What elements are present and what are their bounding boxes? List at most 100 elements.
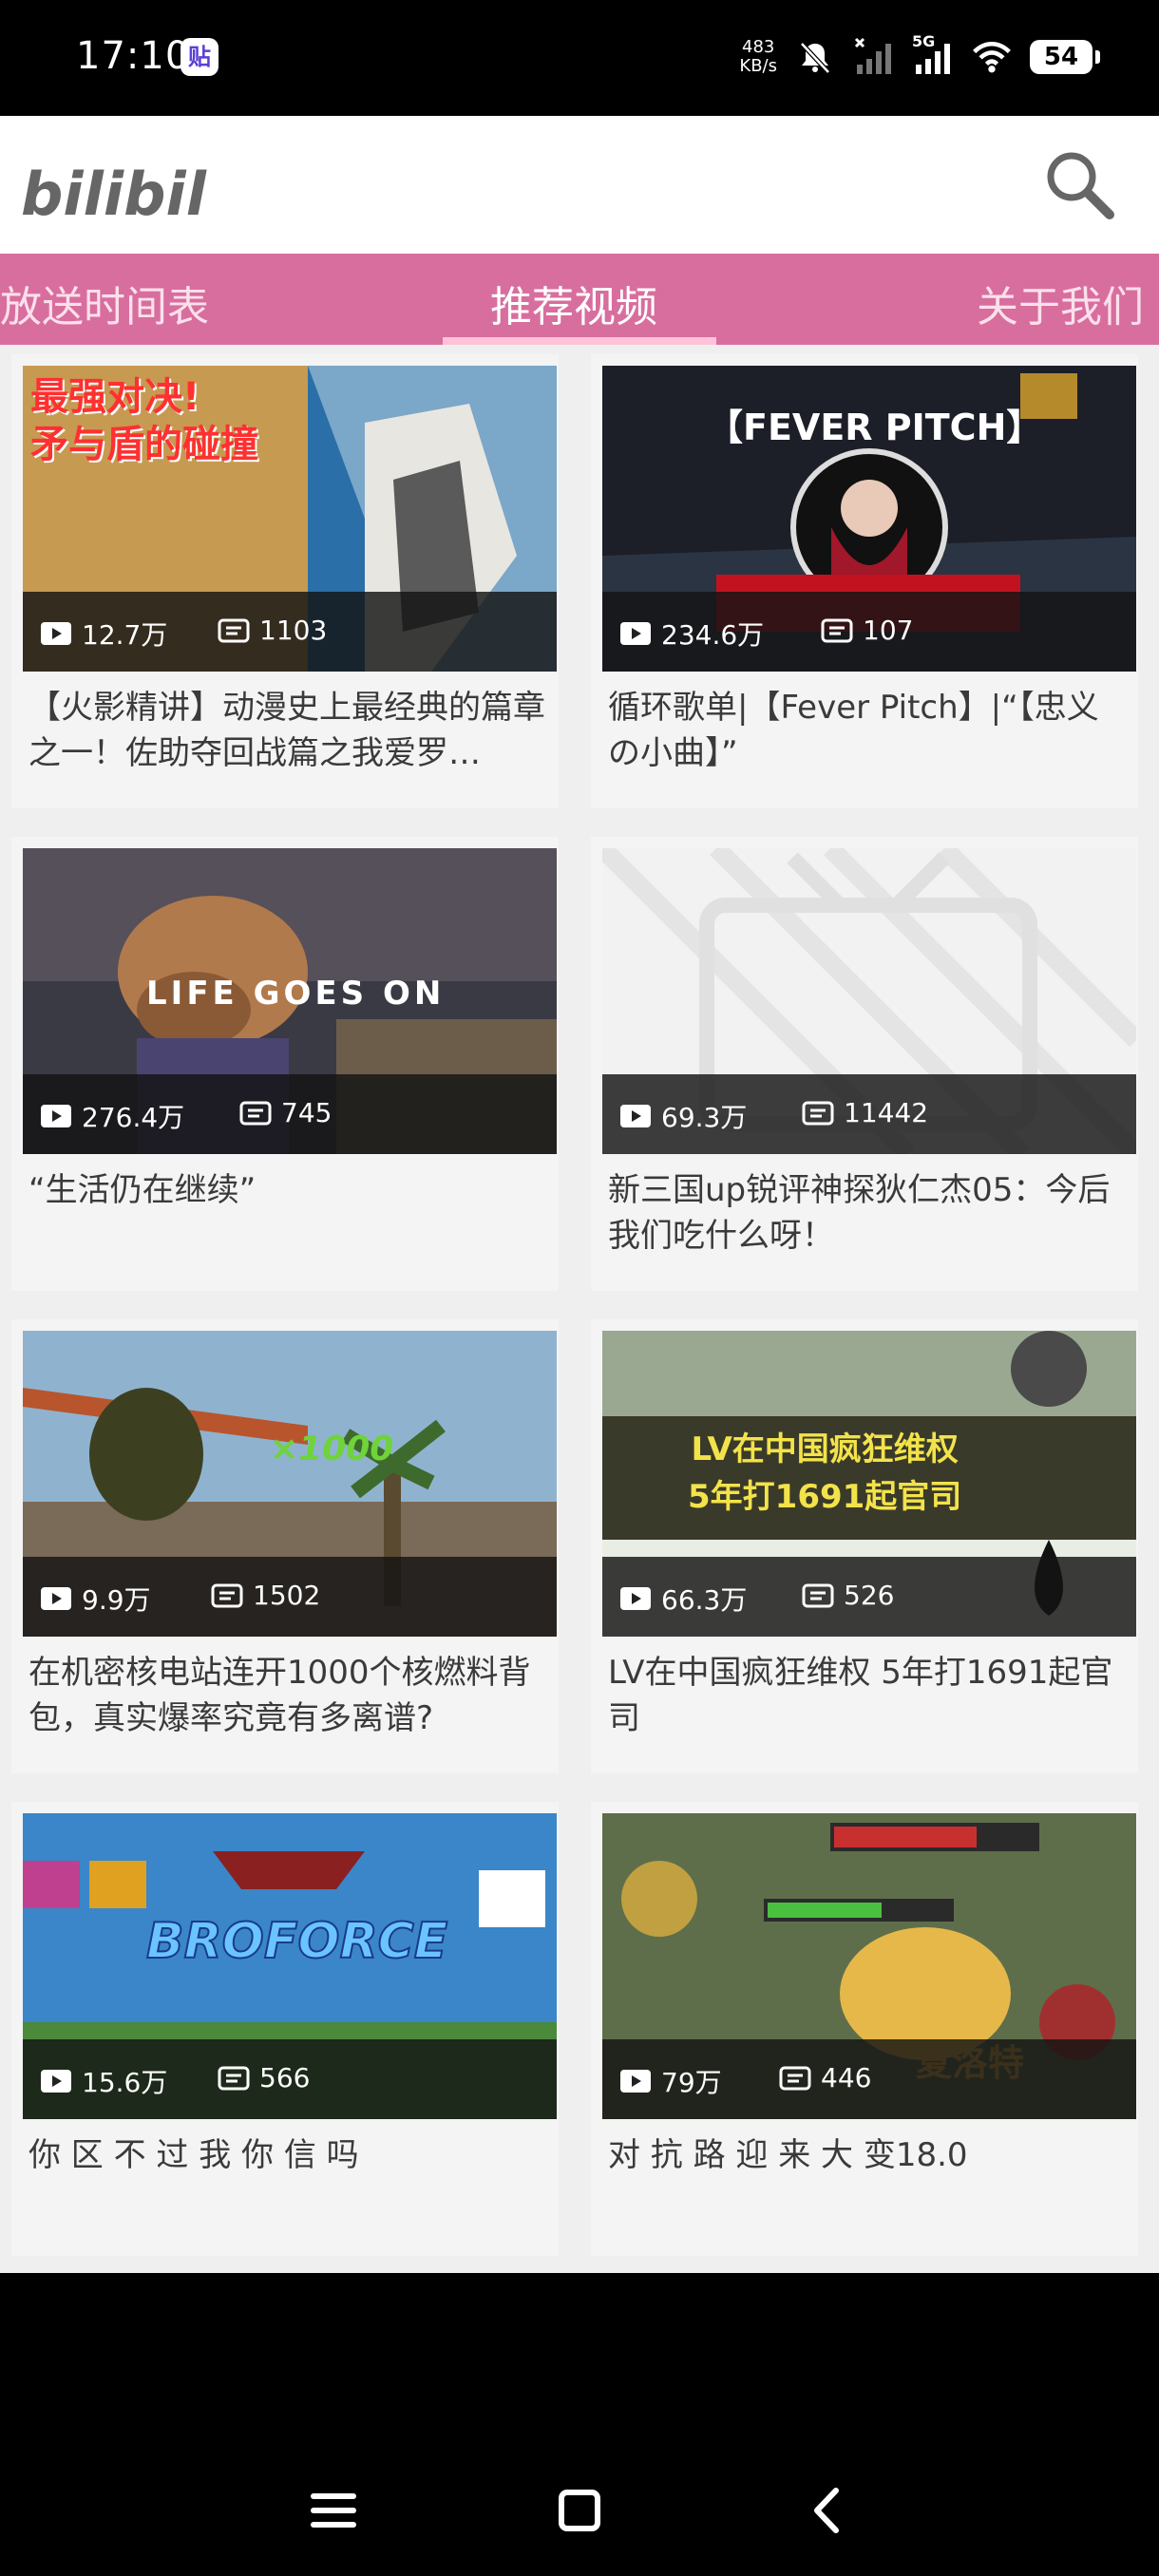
status-indicators: 483 KB/s 5G 54 — [739, 27, 1100, 87]
thumbnail-text: 最强对决! 矛与盾的碰撞 — [30, 375, 258, 466]
views-count: 69.3万 — [661, 1102, 748, 1133]
menu-icon[interactable] — [300, 2477, 367, 2544]
video-title[interactable]: 【火影精讲】动漫史上最经典的篇章之一！佐助夺回战篇之我爱罗… — [28, 685, 547, 776]
danmaku-stat: 526 — [802, 1580, 894, 1611]
video-thumbnail[interactable]: 最强对决! 矛与盾的碰撞 12.7万 1103 — [23, 366, 557, 672]
danmaku-icon — [802, 1101, 834, 1125]
danmaku-icon — [211, 1583, 243, 1607]
views-count: 9.9万 — [82, 1584, 151, 1616]
views-stat: 15.6万 — [40, 2062, 167, 2100]
video-card[interactable]: BROFORCE 15.6万 566 你 区 不 过 我 你 信 吗 — [11, 1802, 559, 2256]
video-title[interactable]: 你 区 不 过 我 你 信 吗 — [28, 2132, 547, 2178]
app-header: bilibili — [0, 116, 1159, 254]
danmaku-icon — [821, 618, 853, 642]
video-stats: 15.6万 566 — [23, 2039, 557, 2119]
status-bar: 17:10 贴 483 KB/s 5G 54 — [0, 0, 1159, 116]
tab-recommended[interactable]: 推荐视频 — [490, 273, 657, 333]
danmaku-count: 526 — [844, 1580, 895, 1611]
danmaku-icon — [779, 2066, 811, 2090]
danmaku-stat: 107 — [821, 615, 913, 646]
danmaku-count: 1103 — [259, 615, 328, 646]
views-stat: 66.3万 — [619, 1580, 747, 1618]
tab-schedule[interactable]: 放送时间表 — [0, 273, 209, 333]
home-icon[interactable] — [546, 2477, 613, 2544]
video-title[interactable]: LV在中国疯狂维权 5年打1691起官司 — [608, 1650, 1127, 1741]
danmaku-stat: 11442 — [802, 1097, 928, 1128]
video-card[interactable]: 最强对决! 矛与盾的碰撞 12.7万 1103 【火影精讲】动漫史上最经典的篇章之… — [11, 354, 559, 808]
video-thumbnail[interactable]: 【FEVER PITCH】 234.6万 107 — [602, 366, 1136, 672]
network-type: 5G — [912, 32, 936, 50]
video-thumbnail[interactable]: LIFE GOES ON 276.4万 745 — [23, 848, 557, 1154]
video-stats: 79万 446 — [602, 2039, 1136, 2119]
network-speed-unit: KB/s — [739, 56, 777, 76]
video-thumbnail[interactable]: 69.3万 11442 — [602, 848, 1136, 1154]
wifi-icon — [971, 36, 1013, 78]
views-stat: 79万 — [619, 2062, 722, 2100]
video-card[interactable]: 69.3万 11442 新三国up锐评神探狄仁杰05：今后我们吃什么呀！ — [591, 837, 1138, 1291]
video-thumbnail[interactable]: LV在中国疯狂维权 5年打1691起官司 66.3万 526 — [602, 1331, 1136, 1637]
views-count: 79万 — [661, 2067, 722, 2098]
status-time: 17:10 — [76, 34, 191, 78]
video-card[interactable]: 夏洛特 79万 446 对 抗 路 迎 来 大 变18.0 — [591, 1802, 1138, 2256]
danmaku-stat: 566 — [218, 2062, 310, 2093]
bilibili-logo[interactable]: bilibili — [17, 141, 207, 236]
network-speed: 483 KB/s — [739, 38, 777, 76]
video-title[interactable]: 对 抗 路 迎 来 大 变18.0 — [608, 2132, 1127, 2178]
back-icon[interactable] — [794, 2477, 861, 2544]
system-nav-bar — [0, 2273, 1159, 2576]
thumbnail-text: LV在中国疯狂维权 5年打1691起官司 — [688, 1430, 962, 1516]
danmaku-icon — [218, 2066, 250, 2090]
video-thumbnail[interactable]: BROFORCE 15.6万 566 — [23, 1813, 557, 2119]
signal-5g-icon: 5G — [912, 32, 954, 78]
video-title[interactable]: 新三国up锐评神探狄仁杰05：今后我们吃什么呀！ — [608, 1167, 1127, 1259]
thumbnail-text: BROFORCE — [145, 1913, 448, 1970]
thumbnail-text: ×1000 — [270, 1430, 394, 1468]
video-title[interactable]: 在机密核电站连开1000个核燃料背包，真实爆率究竟有多离谱? — [28, 1650, 547, 1741]
thumbnail-text: 【FEVER PITCH】 — [707, 407, 1043, 448]
video-stats: 66.3万 526 — [602, 1557, 1136, 1637]
video-card[interactable]: LIFE GOES ON 276.4万 745 “生活仍在继续” — [11, 837, 559, 1291]
danmaku-stat: 745 — [239, 1097, 332, 1128]
danmaku-icon — [802, 1583, 834, 1607]
play-icon — [620, 1105, 651, 1127]
views-count: 12.7万 — [82, 619, 168, 651]
play-icon — [620, 622, 651, 645]
danmaku-count: 1502 — [253, 1580, 321, 1611]
play-icon — [620, 1587, 651, 1610]
video-stats: 69.3万 11442 — [602, 1074, 1136, 1154]
tab-about[interactable]: 关于我们 — [977, 273, 1144, 333]
danmaku-count: 745 — [281, 1097, 332, 1128]
danmaku-stat: 1502 — [211, 1580, 320, 1611]
play-icon — [41, 1105, 71, 1127]
video-card[interactable]: LV在中国疯狂维权 5年打1691起官司 66.3万 526 LV在中国疯狂维权 … — [591, 1319, 1138, 1773]
video-thumbnail[interactable]: ×1000 9.9万 1502 — [23, 1331, 557, 1637]
danmaku-icon — [218, 618, 250, 642]
views-count: 234.6万 — [661, 619, 765, 651]
video-thumbnail[interactable]: 夏洛特 79万 446 — [602, 1813, 1136, 2119]
tab-indicator — [443, 337, 716, 345]
views-stat: 234.6万 — [619, 615, 764, 653]
views-count: 15.6万 — [82, 2067, 168, 2098]
video-stats: 234.6万 107 — [602, 592, 1136, 672]
network-speed-value: 483 — [742, 37, 775, 57]
video-grid: 最强对决! 矛与盾的碰撞 12.7万 1103 【火影精讲】动漫史上最经典的篇章之… — [0, 345, 1159, 2273]
danmaku-count: 566 — [259, 2062, 311, 2093]
views-stat: 69.3万 — [619, 1097, 747, 1135]
views-stat: 276.4万 — [40, 1097, 184, 1135]
search-icon[interactable] — [1039, 144, 1121, 226]
play-icon — [41, 2070, 71, 2093]
thumbnail-text: LIFE GOES ON — [146, 975, 446, 1013]
play-icon — [41, 622, 71, 645]
danmaku-stat: 446 — [779, 2062, 871, 2093]
play-icon — [620, 2070, 651, 2093]
video-title[interactable]: 循环歌单|【Fever Pitch】|“【忠义の小曲】” — [608, 685, 1127, 776]
danmaku-count: 11442 — [844, 1097, 929, 1128]
danmaku-icon — [239, 1101, 272, 1125]
video-card[interactable]: 【FEVER PITCH】 234.6万 107 循环歌单|【Fever Pit… — [591, 354, 1138, 808]
danmaku-count: 446 — [821, 2062, 872, 2093]
danmaku-stat: 1103 — [218, 615, 327, 646]
video-title[interactable]: “生活仍在继续” — [28, 1167, 547, 1213]
video-card[interactable]: ×1000 9.9万 1502 在机密核电站连开1000个核燃料背包，真实爆率究… — [11, 1319, 559, 1773]
video-stats: 9.9万 1502 — [23, 1557, 557, 1637]
tab-bar: 放送时间表 推荐视频 关于我们 — [0, 254, 1159, 345]
